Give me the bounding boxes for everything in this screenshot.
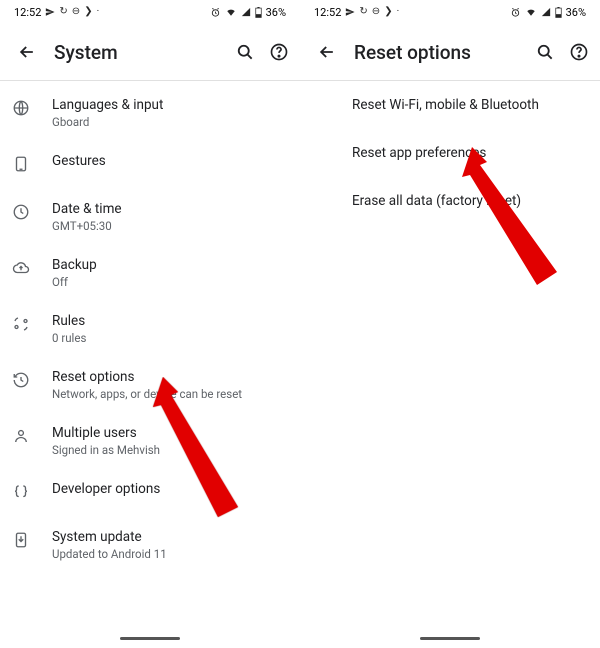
battery-icon xyxy=(255,7,262,18)
signal-icon xyxy=(541,7,551,17)
item-gestures[interactable]: Gestures xyxy=(0,141,300,189)
header-reset: Reset options xyxy=(300,24,600,80)
item-developer-options[interactable]: Developer options xyxy=(0,469,300,517)
globe-icon xyxy=(12,97,52,117)
alarm-icon xyxy=(510,7,521,18)
screen-reset-options: 12:52 ↻ ⊖ ❯ · 36% xyxy=(300,0,600,648)
back-button[interactable] xyxy=(10,35,44,69)
item-sublabel: GMT+05:30 xyxy=(52,219,288,233)
nav-handle[interactable] xyxy=(420,637,480,640)
nav-handle[interactable] xyxy=(120,637,180,640)
item-label: Backup xyxy=(52,257,288,273)
status-dot-icon: · xyxy=(97,7,100,17)
item-reset-app-preferences[interactable]: Reset app preferences xyxy=(300,133,600,181)
help-button[interactable] xyxy=(562,35,596,69)
cloud-icon xyxy=(12,257,52,277)
item-languages-input[interactable]: Languages & input Gboard xyxy=(0,85,300,141)
update-icon xyxy=(12,529,52,549)
item-label: System update xyxy=(52,529,288,545)
back-button[interactable] xyxy=(310,35,344,69)
wifi-icon xyxy=(225,7,237,17)
item-label: Reset app preferences xyxy=(352,145,588,161)
battery-icon xyxy=(555,7,562,18)
alarm-icon xyxy=(210,7,221,18)
item-erase-all-data[interactable]: Erase all data (factory reset) xyxy=(300,181,600,229)
rules-icon xyxy=(12,313,52,333)
signal-icon xyxy=(241,7,251,17)
status-send-icon xyxy=(45,7,55,17)
item-label: Multiple users xyxy=(52,425,288,441)
braces-icon xyxy=(12,481,52,501)
system-list: Languages & input Gboard Gestures Date &… xyxy=(0,81,300,573)
item-backup[interactable]: Backup Off xyxy=(0,245,300,301)
status-time: 12:52 xyxy=(314,6,341,19)
status-bar: 12:52 ↻ ⊖ ❯ · 36% xyxy=(0,0,300,24)
item-label: Rules xyxy=(52,313,288,329)
page-title: System xyxy=(44,41,228,64)
item-sublabel: Gboard xyxy=(52,115,288,129)
status-send-icon xyxy=(345,7,355,17)
item-reset-options[interactable]: Reset options Network, apps, or device c… xyxy=(0,357,300,413)
battery-percentage: 36% xyxy=(266,6,286,19)
status-dnd-icon: ⊖ xyxy=(72,7,80,17)
help-button[interactable] xyxy=(262,35,296,69)
screen-system: 12:52 ↻ ⊖ ❯ · 36% xyxy=(0,0,300,648)
item-reset-wifi[interactable]: Reset Wi-Fi, mobile & Bluetooth xyxy=(300,85,600,133)
clock-icon xyxy=(12,201,52,221)
search-button[interactable] xyxy=(528,35,562,69)
item-label: Erase all data (factory reset) xyxy=(352,193,588,209)
users-icon xyxy=(12,425,52,445)
wifi-icon xyxy=(525,7,537,17)
item-label: Reset options xyxy=(52,369,288,385)
item-system-update[interactable]: System update Updated to Android 11 xyxy=(0,517,300,573)
item-sublabel: Network, apps, or device can be reset xyxy=(52,387,288,401)
item-sublabel: Off xyxy=(52,275,288,289)
status-chevron-icon: ❯ xyxy=(384,7,392,17)
item-sublabel: 0 rules xyxy=(52,331,288,345)
history-icon xyxy=(12,369,52,389)
item-label: Developer options xyxy=(52,481,288,497)
status-time: 12:52 xyxy=(14,6,41,19)
search-button[interactable] xyxy=(228,35,262,69)
item-date-time[interactable]: Date & time GMT+05:30 xyxy=(0,189,300,245)
header-system: System xyxy=(0,24,300,80)
status-dot-icon: · xyxy=(397,7,400,17)
reset-list: Reset Wi-Fi, mobile & Bluetooth Reset ap… xyxy=(300,81,600,229)
item-rules[interactable]: Rules 0 rules xyxy=(0,301,300,357)
item-label: Reset Wi-Fi, mobile & Bluetooth xyxy=(352,97,588,113)
item-label: Gestures xyxy=(52,153,288,169)
status-dnd-icon: ⊖ xyxy=(372,7,380,17)
item-label: Date & time xyxy=(52,201,288,217)
item-sublabel: Signed in as Mehvish xyxy=(52,443,288,457)
status-bar: 12:52 ↻ ⊖ ❯ · 36% xyxy=(300,0,600,24)
gesture-icon xyxy=(12,153,52,173)
battery-percentage: 36% xyxy=(566,6,586,19)
item-label: Languages & input xyxy=(52,97,288,113)
status-sync-icon: ↻ xyxy=(359,7,367,17)
page-title: Reset options xyxy=(344,41,528,64)
status-chevron-icon: ❯ xyxy=(84,7,92,17)
item-multiple-users[interactable]: Multiple users Signed in as Mehvish xyxy=(0,413,300,469)
status-sync-icon: ↻ xyxy=(59,7,67,17)
item-sublabel: Updated to Android 11 xyxy=(52,547,288,561)
